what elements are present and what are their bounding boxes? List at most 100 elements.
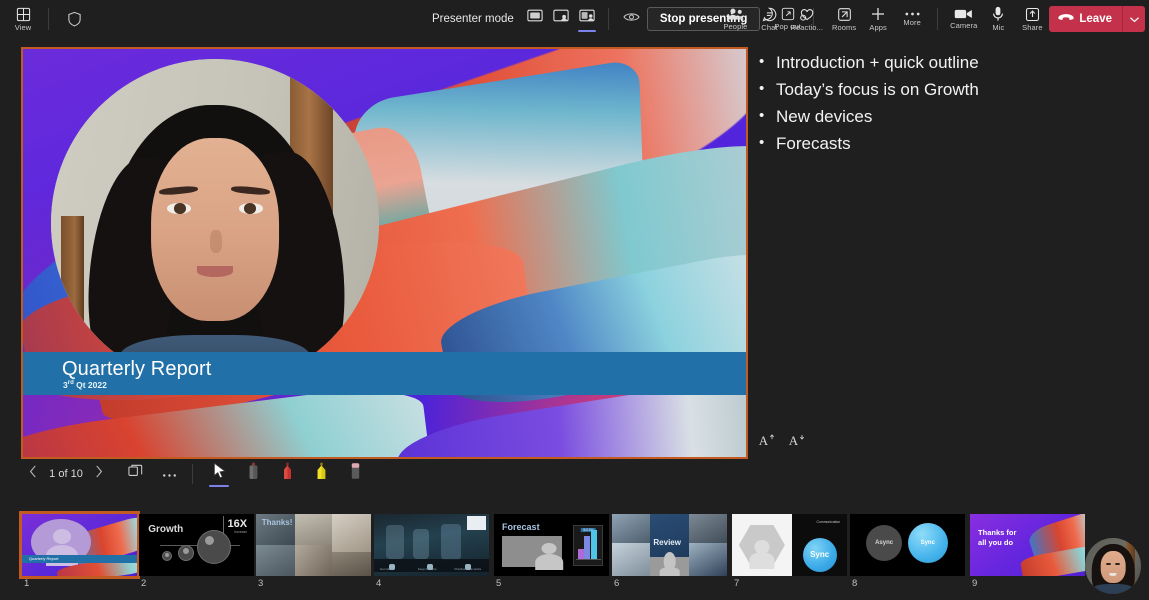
red-pen-tool-button[interactable] (275, 461, 299, 487)
thumbnail-slide-9[interactable]: Thanks forall you do (970, 514, 1085, 576)
self-video-thumbnail[interactable] (1085, 538, 1141, 594)
thumbnail-slide-7[interactable]: Communication Sync (732, 514, 847, 576)
thumb2-node-1-person (165, 553, 169, 557)
slide-subtitle-rest: Qt 2022 (74, 380, 107, 390)
slide-subtitle: 3rd Qt 2022 (63, 380, 107, 390)
chevron-down-icon (1129, 10, 1140, 28)
rooms-icon (837, 7, 852, 22)
thumbnail-slide-1[interactable]: Quarterly Report (22, 514, 137, 576)
thumb3-title: Thanks! (262, 518, 293, 527)
thumbnail-4-content: Get started Keep it simple Practice what… (374, 514, 489, 576)
thumbnail-slide-5[interactable]: Forecast $415M (494, 514, 609, 576)
presenter-video-circle (51, 59, 379, 387)
laser-pointer-tool-button[interactable] (241, 461, 265, 487)
thumb4-caption-1: Get started (380, 567, 395, 571)
camera-button[interactable]: Camera (946, 2, 981, 36)
reactions-button[interactable]: Reactio... (786, 2, 827, 36)
thumb9-title: Thanks forall you do (978, 528, 1016, 548)
presenter-mode-standout[interactable] (548, 4, 574, 34)
speaker-notes-list: Introduction + quick outline Today’s foc… (756, 52, 1136, 155)
thumb9-title-line1: Thanks for (978, 528, 1016, 537)
preview-eye-button[interactable] (617, 4, 647, 34)
hangup-icon (1058, 13, 1074, 25)
apps-button[interactable]: Apps (861, 2, 895, 36)
thumb8-async-circle: Async (866, 525, 902, 561)
presented-slide[interactable]: Quarterly Report 3rd Qt 2022 (21, 47, 748, 459)
leave-button[interactable]: Leave (1049, 6, 1122, 32)
increase-font-label: A (759, 433, 768, 449)
presenter-mode-side-by-side[interactable] (574, 4, 600, 34)
thumb5-bar-3 (591, 530, 597, 559)
slide-grid-view-button[interactable] (123, 462, 147, 486)
notes-font-size-controls: A A (756, 431, 808, 451)
slide-control-bar: 1 of 10 (21, 461, 751, 487)
slide-title: Quarterly Report (62, 358, 211, 381)
thumbnail-7-content: Communication Sync (732, 514, 847, 576)
chevron-left-icon (29, 465, 37, 483)
thumb1-title: Quarterly Report (29, 556, 59, 561)
toolbar-divider-2 (608, 8, 609, 30)
slide-title-band: Quarterly Report 3rd Qt 2022 (23, 352, 746, 395)
thumbnail-number-5: 5 (496, 578, 501, 589)
thumbnail-slide-6[interactable]: Review (612, 514, 727, 576)
shield-button[interactable] (57, 2, 91, 36)
toolbar-left-group: View (0, 2, 91, 36)
thumb5-axis (576, 559, 601, 560)
rooms-button[interactable]: Rooms (827, 2, 861, 36)
chat-icon (762, 7, 777, 22)
decrease-font-size-button[interactable]: A (786, 431, 808, 451)
thumbnail-slide-2[interactable]: Growth 16X increase (139, 514, 254, 576)
people-button[interactable]: People (718, 2, 752, 36)
leave-button-group: Leave (1049, 6, 1145, 32)
yellow-highlighter-tool-button[interactable] (309, 461, 333, 487)
thumbnail-slide-8[interactable]: Async Sync (850, 514, 965, 576)
thumb4-caption-2: Keep it simple (418, 567, 437, 571)
thumbnail-6-content: Review (612, 514, 727, 576)
thumbnail-number-2: 2 (141, 578, 146, 589)
thumb4-figure-a (386, 525, 404, 558)
thumb7-sync-circle: Sync (803, 538, 837, 572)
more-button[interactable]: More (895, 2, 929, 36)
thumbnail-number-9: 9 (972, 578, 977, 589)
increase-font-size-button[interactable]: A (756, 431, 778, 451)
presenter-mode-content-only[interactable] (522, 4, 548, 34)
thumb9-title-line2: all you do (978, 538, 1013, 547)
self-video-eye-right (1115, 563, 1119, 565)
camera-label: Camera (950, 21, 977, 30)
thumbnail-number-1: 1 (24, 578, 29, 589)
thumb2-node-3-person (205, 536, 214, 545)
view-label: View (15, 23, 32, 32)
thumb2-title: Growth (148, 524, 183, 535)
laser-pointer-icon (247, 462, 260, 485)
cursor-tool-button[interactable] (207, 461, 231, 487)
thumb8-sync-label: Sync (921, 540, 935, 546)
apps-label: Apps (869, 23, 887, 32)
thumb3-photo-3 (332, 514, 371, 552)
thumb5-title: Forecast (502, 522, 540, 532)
mic-button[interactable]: Mic (981, 2, 1015, 36)
slide-more-options-button[interactable] (157, 462, 181, 486)
thumb7-caption: Communication (817, 520, 841, 524)
leave-dropdown-button[interactable] (1123, 6, 1145, 32)
thumb2-node-3 (197, 530, 231, 564)
mic-icon (992, 6, 1004, 22)
view-button[interactable]: View (6, 2, 40, 36)
thumbnail-slide-4[interactable]: Get started Keep it simple Practice what… (374, 514, 489, 576)
eraser-tool-button[interactable] (343, 461, 367, 487)
thumbnail-slide-3[interactable]: Thanks! (256, 514, 371, 576)
share-button[interactable]: Share (1015, 2, 1049, 36)
thumbnail-number-7: 7 (734, 578, 739, 589)
reactions-icon (799, 7, 815, 22)
previous-slide-button[interactable] (21, 462, 45, 486)
grid-icon (16, 7, 31, 22)
thumbnail-1-content: Quarterly Report (22, 514, 137, 576)
thumb6-photo-4 (689, 543, 727, 576)
more-ellipsis-icon (904, 11, 921, 17)
thumb5-avatar-body (535, 554, 563, 570)
next-slide-button[interactable] (87, 462, 111, 486)
thumbnail-9-content: Thanks forall you do (970, 514, 1085, 576)
chat-button[interactable]: Chat (752, 2, 786, 36)
meeting-toolbar: View Presenter mode (0, 0, 1149, 38)
thumb7-avatar-body (749, 552, 774, 568)
yellow-highlighter-icon (315, 462, 328, 485)
